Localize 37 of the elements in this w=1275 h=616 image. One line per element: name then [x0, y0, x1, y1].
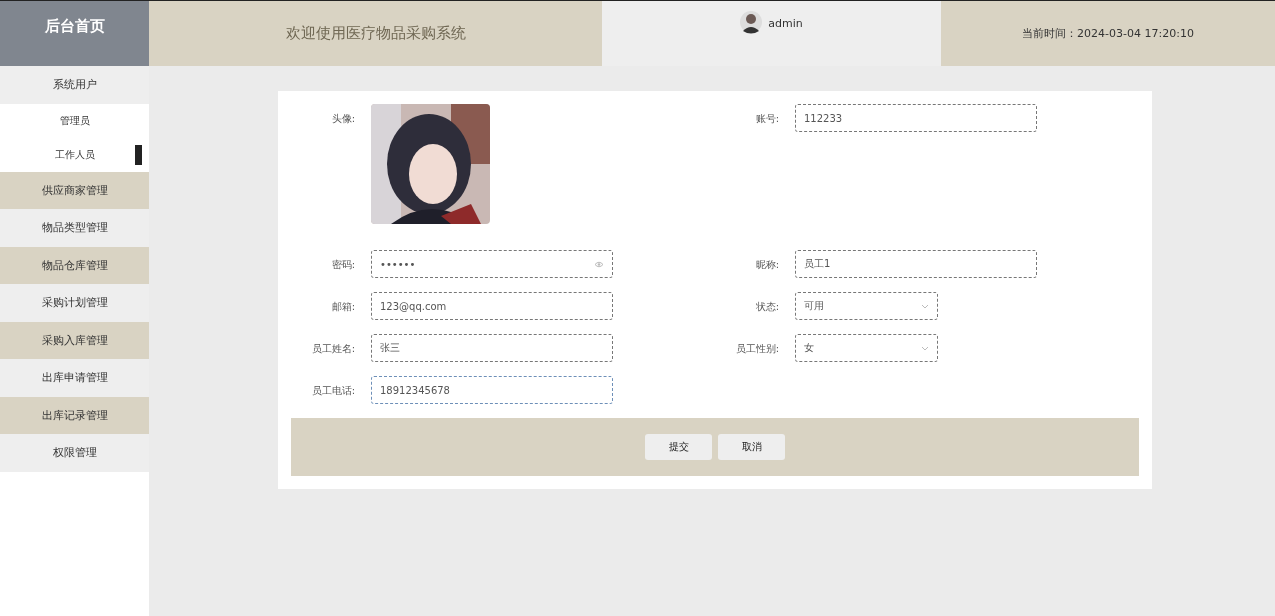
eye-icon[interactable]	[594, 260, 604, 268]
submit-button[interactable]: 提交	[645, 434, 712, 460]
text-field[interactable]: 员工1	[795, 250, 1037, 278]
menu-item[interactable]: 供应商家管理	[0, 171, 149, 209]
text-field[interactable]: 123@qq.com	[371, 292, 613, 320]
user-name[interactable]: admin	[768, 17, 803, 30]
field-label: 密码:	[330, 258, 355, 272]
field-label: 员工性别:	[734, 342, 779, 356]
field-label: 员工姓名:	[310, 342, 355, 356]
active-marker	[135, 144, 142, 165]
select-field[interactable]: 女	[795, 334, 938, 362]
field-label: 头像:	[330, 112, 355, 126]
field-label: 昵称:	[754, 258, 779, 272]
caret-icon[interactable]	[921, 303, 929, 309]
user-avatar-icon	[740, 9, 763, 35]
current-time: 当前时间：2024-03-04 17:20:10	[1022, 26, 1194, 41]
menu-item[interactable]: 采购计划管理	[0, 284, 149, 322]
password-field[interactable]: ••••••	[371, 250, 613, 278]
menu-item[interactable]: 采购入库管理	[0, 321, 149, 359]
menu-item[interactable]: 物品类型管理	[0, 209, 149, 247]
select-field[interactable]: 可用	[795, 292, 938, 320]
text-field[interactable]: 张三	[371, 334, 613, 362]
brand-title[interactable]: 后台首页	[0, 1, 149, 66]
menu-item[interactable]: 物品仓库管理	[0, 246, 149, 284]
field-label: 员工电话:	[310, 384, 355, 398]
text-field[interactable]: 18912345678	[371, 376, 613, 404]
menu-item[interactable]: 出库记录管理	[0, 396, 149, 434]
field-label: 邮箱:	[330, 300, 355, 314]
caret-icon[interactable]	[921, 345, 929, 351]
cancel-button[interactable]: 取消	[718, 434, 785, 460]
menu-item[interactable]: 系统用户	[0, 66, 149, 104]
menu-item[interactable]: 出库申请管理	[0, 359, 149, 397]
menu-item[interactable]: 权限管理	[0, 434, 149, 472]
field-label: 账号:	[754, 112, 779, 126]
text-field[interactable]: 112233	[795, 104, 1037, 132]
field-label: 状态:	[754, 300, 779, 314]
system-title: 欢迎使用医疗物品采购系统	[149, 1, 602, 66]
